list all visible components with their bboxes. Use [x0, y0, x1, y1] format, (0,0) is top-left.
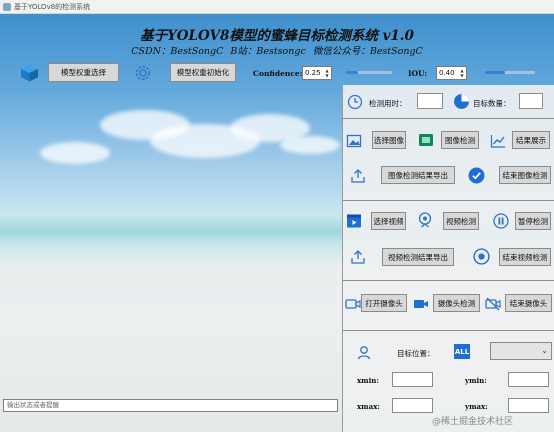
export-image-results-button[interactable]: 图像检测结果导出 [381, 166, 455, 184]
confidence-label: Confidence: [253, 69, 303, 78]
export-icon [351, 250, 365, 264]
check-circle-icon [468, 167, 485, 184]
select-weights-button[interactable]: 模型权重选择 [48, 63, 119, 82]
camera-icon [345, 299, 361, 309]
confidence-spinbox[interactable]: 0.25 ▲ ▼ [302, 66, 332, 80]
divider [342, 330, 554, 331]
ymin-field [508, 372, 549, 387]
end-video-detect-button[interactable]: 结束视频检测 [499, 248, 551, 266]
app-title: 基于YOLOV8模型的蜜蜂目标检测系统 v1.0 [140, 28, 414, 44]
pause-icon [493, 213, 509, 229]
count-label: 目标数量： [473, 99, 511, 108]
target-position-label: 目标位置： [397, 349, 435, 358]
open-camera-button[interactable]: 打开摄像头 [361, 294, 407, 312]
init-weights-button[interactable]: 模型权重初始化 [170, 63, 236, 82]
chart-icon [490, 135, 505, 148]
confidence-slider[interactable] [346, 70, 392, 74]
pie-chart-icon [454, 94, 469, 109]
webcam-icon [418, 212, 432, 228]
camera-off-icon [485, 297, 501, 311]
select-video-button[interactable]: 选择视频 [371, 212, 406, 230]
video-detect-button[interactable]: 视频检测 [443, 212, 479, 230]
spin-arrows-icon[interactable]: ▲ ▼ [324, 68, 330, 78]
export-icon [351, 169, 365, 183]
video-file-icon [347, 214, 361, 228]
all-badge: ALL [454, 344, 470, 359]
pause-detect-button[interactable]: 暂停检测 [515, 212, 551, 230]
time-field [417, 93, 443, 109]
ymax-field [508, 398, 549, 413]
export-video-results-button[interactable]: 视频检测结果导出 [382, 248, 454, 266]
count-field [519, 93, 543, 109]
image-detect-icon [419, 134, 433, 146]
app-icon [3, 3, 11, 11]
xmin-label: xmin: [357, 376, 379, 385]
app-subtitle: CSDN：BestSongC B站：Bestsongc 微信公众号：BestSo… [131, 46, 423, 57]
divider [342, 118, 554, 119]
iou-label: IOU: [408, 69, 428, 78]
end-image-detect-button[interactable]: 结束图像检测 [499, 166, 551, 184]
status-output: 输出状态或者提醒 [3, 399, 338, 412]
location-icon [357, 346, 371, 360]
image-detect-button[interactable]: 图像检测 [441, 131, 479, 149]
time-label: 检测用时： [369, 99, 407, 108]
stop-icon [473, 248, 490, 265]
window-titlebar: 基于YOLOv8的检测系统 [0, 0, 554, 14]
divider [342, 200, 554, 201]
iou-value: 0.40 [439, 69, 455, 77]
ymin-label: ymin: [465, 376, 487, 385]
divider [342, 280, 554, 281]
iou-slider[interactable] [485, 70, 535, 74]
end-camera-button[interactable]: 结束摄像头 [505, 294, 552, 312]
clock-icon [347, 94, 363, 110]
target-gear-icon [135, 65, 151, 81]
ymax-label: ymax: [465, 402, 488, 411]
camera-detect-icon [414, 300, 428, 308]
image-icon [346, 134, 362, 148]
target-select[interactable]: ⌄ [490, 342, 552, 360]
iou-spinbox[interactable]: 0.40 ▲ ▼ [436, 66, 467, 80]
xmax-field [392, 398, 433, 413]
window-title: 基于YOLOv8的检测系统 [14, 3, 91, 11]
show-results-button[interactable]: 结果展示 [512, 131, 550, 149]
select-image-button[interactable]: 选择图像 [372, 131, 406, 149]
camera-detect-button[interactable]: 摄像头检测 [433, 294, 480, 312]
confidence-value: 0.25 [305, 69, 321, 77]
xmin-field [392, 372, 433, 387]
spin-arrows-icon[interactable]: ▲ ▼ [459, 68, 465, 78]
chevron-down-icon[interactable]: ⌄ [541, 346, 548, 355]
cube-icon [20, 64, 39, 82]
xmax-label: xmax: [357, 402, 380, 411]
watermark: @稀土掘金技术社区 [432, 417, 514, 427]
